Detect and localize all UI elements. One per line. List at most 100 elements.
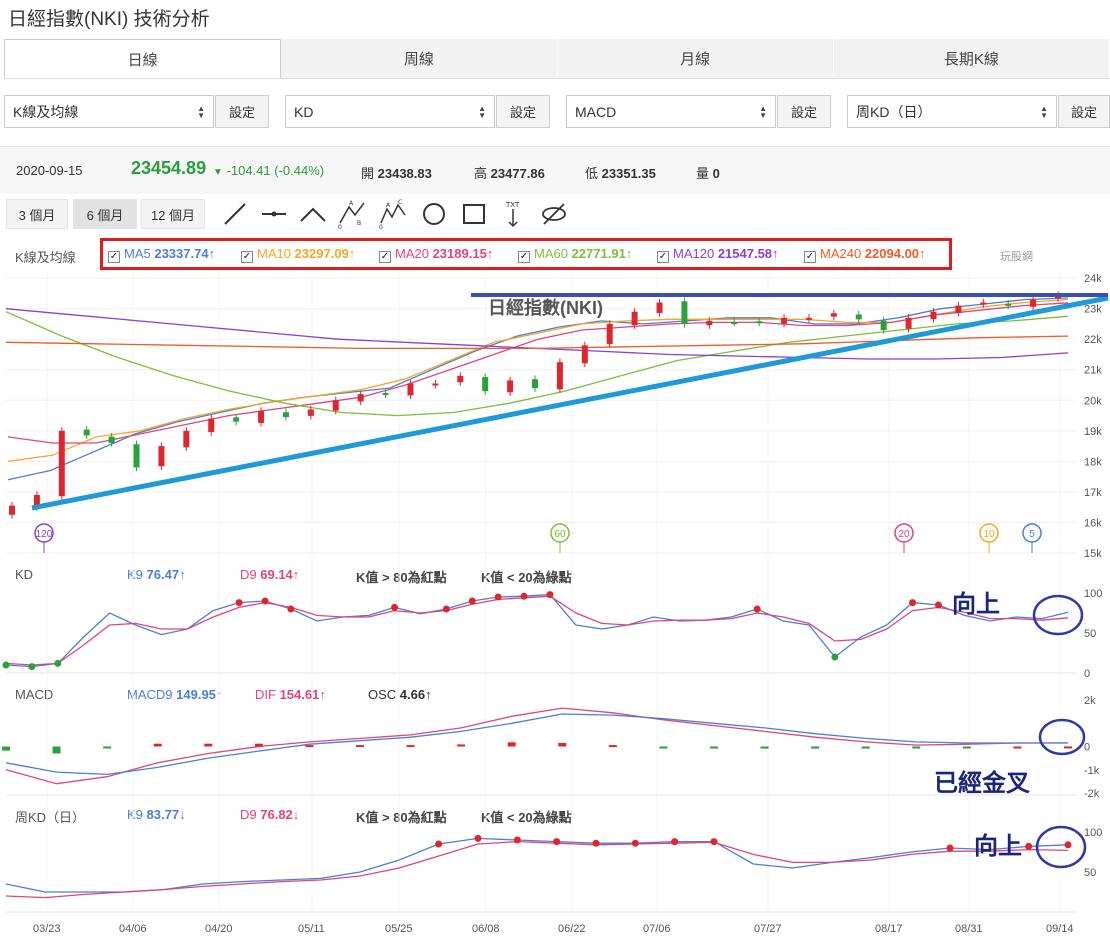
candle-body	[930, 311, 937, 320]
series-d9	[5, 840, 1069, 899]
x-tick-label: 06/08	[472, 923, 500, 935]
candle-body	[133, 444, 140, 468]
series-k9	[5, 837, 1069, 893]
osc-bar	[710, 746, 718, 749]
wkd-red-dot	[435, 840, 443, 848]
ma-pin-label: 20	[898, 529, 910, 540]
candle-body	[606, 323, 613, 345]
y-tick-label: 21k	[1084, 365, 1102, 377]
x-tick-label: 06/22	[558, 923, 586, 935]
y-tick-label: 23k	[1084, 304, 1102, 316]
osc-bar	[659, 746, 668, 749]
osc-bar	[457, 744, 466, 747]
candle-body	[432, 383, 439, 386]
candle-body	[731, 322, 738, 325]
candle-body	[58, 430, 65, 497]
y-tick-label: 24k	[1084, 273, 1102, 285]
candle-body	[83, 429, 90, 436]
chart-name-label: 日經指數(NKI)	[488, 297, 603, 318]
osc-bar	[1064, 746, 1072, 749]
wkd-red-dot	[631, 839, 639, 847]
annotation-circle	[1035, 825, 1087, 869]
osc-bar	[558, 743, 567, 747]
osc-bar	[861, 746, 870, 749]
x-tick-label: 07/27	[754, 923, 782, 935]
kd-red-dot	[442, 605, 450, 613]
technical-chart: 24k 23k 22k 21k 20k 19k 18k 17k 16k 15k 03/23 04/06…	[2, 272, 1109, 935]
y-tick-label: 19k	[1084, 426, 1102, 438]
candle-body	[158, 446, 165, 467]
y-tick-label: 100	[1084, 827, 1102, 839]
candle-body	[631, 311, 638, 326]
osc-bar	[356, 745, 364, 748]
kd-red-dot	[235, 599, 243, 607]
y-tick-label: 20k	[1084, 395, 1102, 407]
y-tick-label: 17k	[1084, 487, 1102, 499]
annotation-circle	[1038, 718, 1086, 756]
candle-body	[756, 321, 763, 324]
candle-body	[656, 302, 663, 313]
y-tick-label: 50	[1084, 628, 1096, 640]
wkd-red-dot	[671, 838, 679, 846]
osc-bar	[1013, 746, 1022, 749]
candle-body	[955, 305, 962, 313]
candle-body	[830, 313, 837, 317]
candle-body	[108, 436, 115, 444]
osc-bar	[52, 746, 61, 754]
y-tick-label: 18k	[1084, 456, 1102, 468]
candle-body	[183, 430, 190, 448]
osc-bar	[760, 746, 769, 749]
y-tick-label: -1k	[1084, 765, 1100, 777]
candle-body	[9, 505, 15, 515]
x-tick-label: 05/25	[385, 923, 413, 935]
y-tick-label: 0	[1084, 668, 1090, 680]
candle-body	[382, 392, 389, 395]
x-tick-label: 08/17	[875, 923, 903, 935]
wkd-red-dot	[710, 838, 718, 846]
kd-red-dot	[546, 591, 554, 599]
candle-body	[855, 314, 862, 320]
candle-body	[980, 302, 987, 305]
series-dif	[5, 707, 1069, 785]
y-tick-label: 50	[1084, 867, 1096, 879]
wkd-red-dot	[553, 838, 561, 846]
osc-bar	[204, 743, 213, 747]
osc-bar	[507, 742, 516, 747]
candle-body	[556, 362, 563, 390]
kd-red-dot	[261, 597, 269, 605]
kd-red-dot	[753, 605, 761, 613]
wkd-red-dot	[1064, 841, 1072, 849]
osc-bar	[305, 745, 314, 748]
kd-red-dot	[934, 601, 942, 609]
candle-body	[332, 400, 339, 411]
kd-annotation: 向上	[952, 589, 1000, 618]
candle-body	[706, 320, 713, 326]
osc-bar	[254, 743, 263, 747]
osc-bar	[406, 745, 415, 748]
osc-bar	[2, 746, 10, 751]
osc-bar	[962, 746, 971, 749]
wkd-red-dot	[946, 844, 954, 852]
wkd-annotation: 向上	[974, 831, 1022, 860]
candle-body	[681, 301, 688, 324]
candle-body	[233, 417, 240, 422]
x-tick-label: 05/11	[298, 923, 325, 935]
candle-body	[357, 394, 364, 402]
candle-body	[781, 317, 788, 324]
x-tick-label: 09/14	[1046, 923, 1074, 935]
osc-bar	[103, 746, 112, 749]
x-tick-label: 04/06	[119, 923, 147, 935]
kd-red-dot	[909, 599, 917, 607]
x-tick-label: 03/23	[33, 923, 61, 935]
wkd-red-dot	[513, 836, 521, 844]
candle-body	[905, 317, 912, 329]
osc-bar	[912, 746, 921, 749]
y-tick-label: 100	[1084, 588, 1102, 600]
ma-pin-label: 60	[554, 529, 566, 540]
y-tick-label: 15k	[1084, 548, 1102, 560]
y-tick-label: 16k	[1084, 517, 1102, 529]
ma-pin-label: 5	[1029, 529, 1035, 540]
kd-red-dot	[520, 592, 528, 600]
series-k9	[5, 593, 1069, 668]
y-tick-label: 0	[1084, 742, 1090, 754]
